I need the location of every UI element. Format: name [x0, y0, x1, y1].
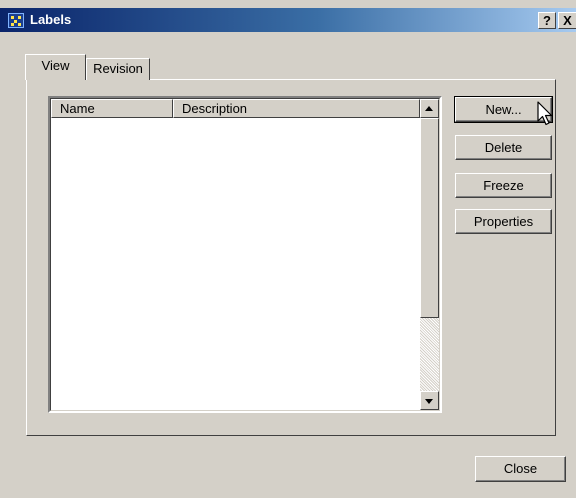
list-body: Name Description [50, 98, 440, 411]
close-button[interactable]: Close [475, 456, 566, 482]
tab-view[interactable]: View [25, 54, 86, 80]
delete-button[interactable]: Delete [455, 135, 552, 160]
scroll-up-button[interactable] [420, 99, 439, 118]
freeze-button[interactable]: Freeze [455, 173, 552, 198]
properties-button[interactable]: Properties [455, 209, 552, 234]
title-close-button[interactable]: X [558, 12, 576, 29]
column-header-name[interactable]: Name [51, 99, 173, 118]
mouse-pointer-icon [537, 101, 553, 126]
help-button[interactable]: ? [538, 12, 556, 29]
tab-revision[interactable]: Revision [86, 58, 150, 80]
scroll-down-button[interactable] [420, 391, 439, 410]
labels-app-icon [8, 13, 24, 28]
column-header-description[interactable]: Description [173, 99, 420, 118]
window-title: Labels [30, 12, 72, 27]
arrow-down-icon [425, 399, 433, 404]
vertical-scrollbar[interactable] [420, 99, 439, 410]
labels-dialog: Labels ? X View Revision Name Descriptio… [0, 0, 576, 498]
arrow-up-icon [425, 106, 433, 111]
labels-list[interactable]: Name Description [48, 96, 442, 413]
scroll-thumb[interactable] [420, 118, 439, 318]
title-bar[interactable]: Labels ? X [0, 8, 576, 32]
